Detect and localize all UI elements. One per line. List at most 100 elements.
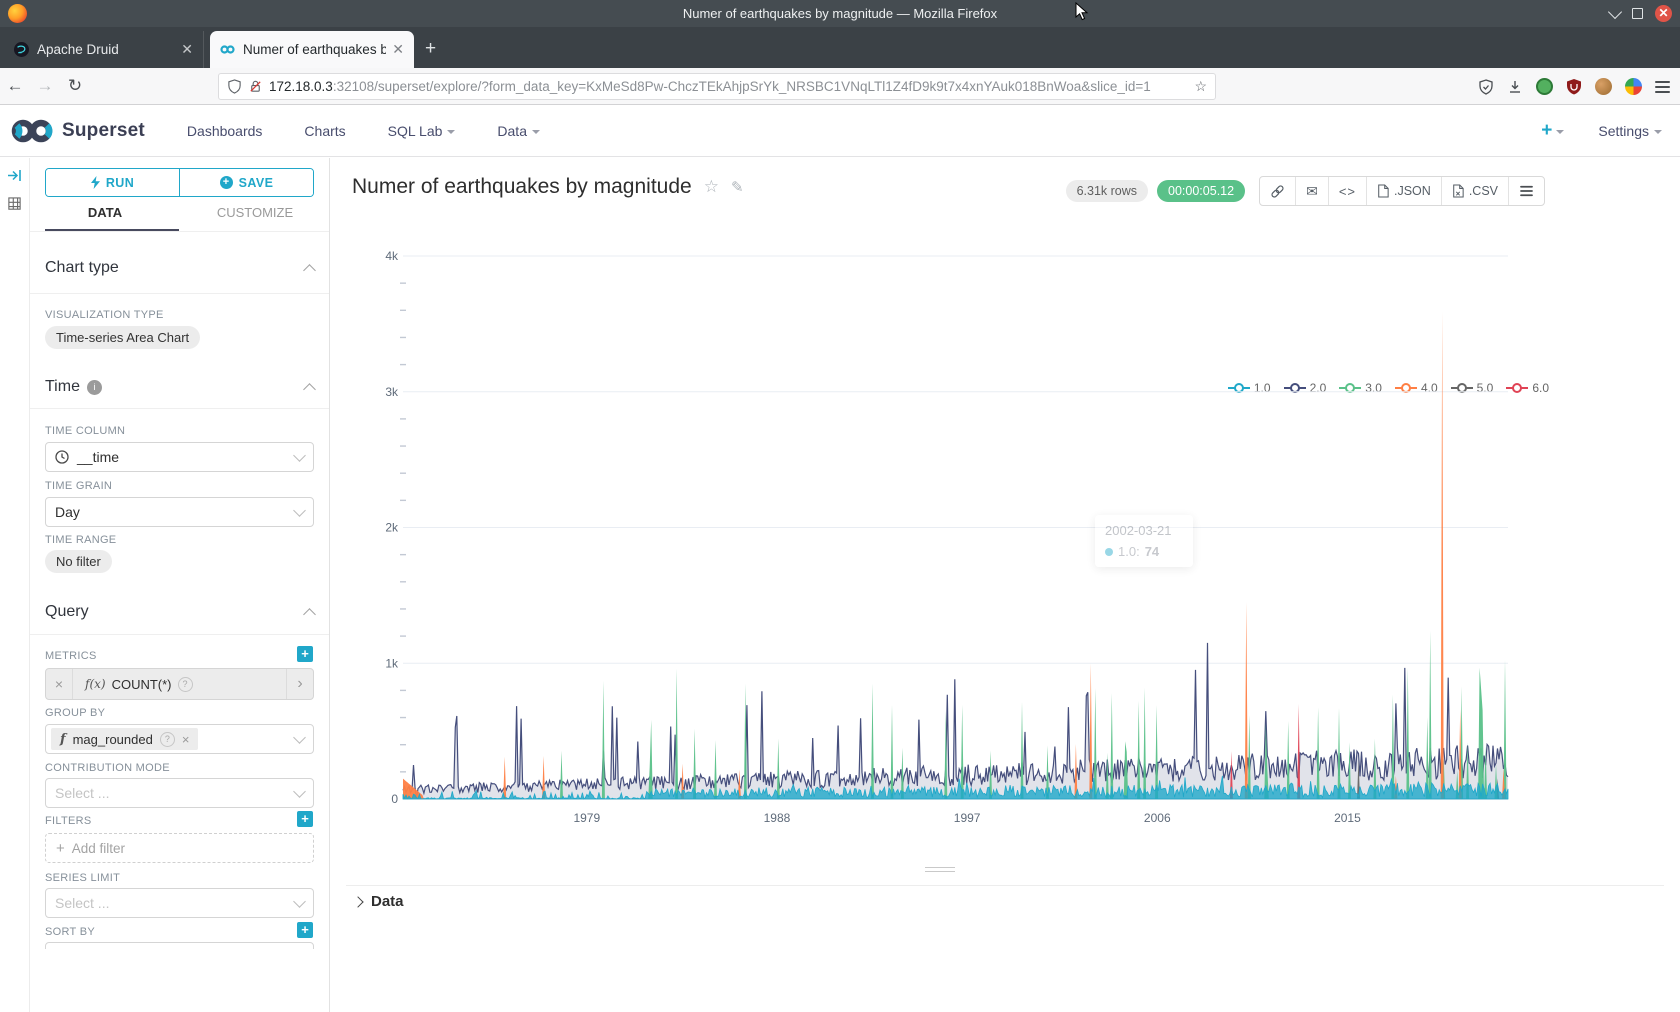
series-limit-label: SERIES LIMIT <box>45 872 314 884</box>
add-metric-button[interactable]: + <box>297 646 313 662</box>
section-query[interactable]: Query <box>45 603 314 621</box>
url-bar[interactable]: 172.18.0.3:32108/superset/explore/?form_… <box>218 73 1216 100</box>
tab-earthquakes-chart[interactable]: Numer of earthquakes by ✕ <box>210 31 414 68</box>
cookie-extension-icon[interactable] <box>1595 78 1612 95</box>
extension-green-icon[interactable] <box>1536 78 1553 95</box>
share-link-button[interactable] <box>1260 177 1295 205</box>
protection-shield-icon[interactable] <box>1478 79 1494 95</box>
window-close-button[interactable]: ✕ <box>1655 5 1672 22</box>
section-chart-type[interactable]: Chart type <box>45 259 314 277</box>
remove-chip-icon[interactable]: × <box>182 732 190 747</box>
tab-close-icon[interactable]: ✕ <box>181 41 193 58</box>
svg-text:2015: 2015 <box>1334 811 1361 825</box>
tab-close-icon[interactable]: ✕ <box>392 41 404 58</box>
url-text: 172.18.0.3:32108/superset/explore/?form_… <box>269 79 1194 94</box>
control-panel: RUN + SAVE DATA CUSTOMIZE <box>30 158 330 1012</box>
superset-infinity-icon <box>10 118 54 144</box>
time-grain-label: TIME GRAIN <box>45 480 314 492</box>
window-minimize-button[interactable] <box>1608 4 1622 18</box>
svg-text:1988: 1988 <box>764 811 791 825</box>
sort-by-select[interactable] <box>45 942 314 949</box>
contribution-mode-label: CONTRIBUTION MODE <box>45 762 314 774</box>
contribution-mode-select[interactable]: Select ... <box>45 778 314 808</box>
window-titlebar: Numer of earthquakes by magnitude — Mozi… <box>0 0 1680 27</box>
time-column-label: TIME COLUMN <box>45 425 314 437</box>
viz-type-pill[interactable]: Time-series Area Chart <box>45 326 200 349</box>
settings-menu[interactable]: Settings <box>1598 123 1662 139</box>
group-by-select[interactable]: f mag_rounded ? × <box>45 724 314 754</box>
superset-navbar: Superset Dashboards Charts SQL Lab Data … <box>0 105 1680 157</box>
add-filter-plus-button[interactable]: + <box>297 811 313 827</box>
tab-customize[interactable]: CUSTOMIZE <box>180 205 329 231</box>
chart-canvas[interactable]: 01k2k3k4k19791988199720062015 <box>370 246 1560 836</box>
tooltip-series: 1.0: <box>1118 544 1140 559</box>
download-icon[interactable] <box>1507 79 1523 95</box>
metric-chip[interactable]: × f(x) COUNT(*) ? › <box>45 668 314 700</box>
help-icon: ? <box>160 732 175 747</box>
edit-title-icon[interactable]: ✎ <box>731 178 744 196</box>
divider <box>30 231 329 232</box>
insecure-lock-icon[interactable] <box>248 79 263 94</box>
add-new-button[interactable]: + <box>1541 120 1564 142</box>
druid-favicon <box>14 42 29 57</box>
nav-item-charts[interactable]: Charts <box>304 123 345 139</box>
reload-button[interactable]: ↻ <box>60 76 90 96</box>
dataset-rail <box>0 158 30 1012</box>
add-sort-button[interactable]: + <box>297 922 313 938</box>
chart-menu-button[interactable] <box>1508 177 1544 205</box>
file-x-icon <box>1452 184 1464 198</box>
run-button[interactable]: RUN <box>46 169 179 196</box>
app-window: Numer of earthquakes by magnitude — Mozi… <box>0 0 1680 1012</box>
tab-data[interactable]: DATA <box>30 205 180 231</box>
group-by-chip[interactable]: f mag_rounded ? × <box>51 728 198 750</box>
envelope-icon: ✉ <box>1306 183 1318 200</box>
chart-area: Numer of earthquakes by magnitude ☆ ✎ 6.… <box>330 158 1680 1012</box>
save-button[interactable]: + SAVE <box>179 169 313 196</box>
add-filter-dropzone[interactable]: +Add filter <box>45 833 314 863</box>
svg-text:1997: 1997 <box>954 811 981 825</box>
chevron-right-icon[interactable]: › <box>286 669 313 699</box>
tracking-shield-icon[interactable] <box>227 79 242 94</box>
sort-by-label: SORT BY <box>45 926 314 938</box>
time-column-select[interactable]: __time <box>45 442 314 472</box>
bookmark-star-icon[interactable]: ☆ <box>1194 78 1207 95</box>
viz-type-label: VISUALIZATION TYPE <box>45 309 314 321</box>
menu-hamburger-icon[interactable] <box>1655 86 1670 88</box>
time-grain-select[interactable]: Day <box>45 497 314 527</box>
section-time[interactable]: Time i <box>45 378 314 396</box>
time-range-pill[interactable]: No filter <box>45 550 112 573</box>
divider <box>30 634 329 635</box>
browser-tabbar: Apache Druid ✕ Numer of earthquakes by ✕… <box>0 27 1680 68</box>
data-panel-toggle[interactable]: Data <box>354 893 404 910</box>
run-save-group: RUN + SAVE <box>45 168 314 197</box>
expand-panel-icon[interactable] <box>7 168 22 183</box>
export-csv-button[interactable]: .CSV <box>1441 177 1508 205</box>
svg-text:0: 0 <box>391 792 398 806</box>
series-limit-select[interactable]: Select ... <box>45 888 314 918</box>
chevron-down-icon <box>1556 130 1564 134</box>
chevron-right-icon <box>352 896 363 907</box>
divider <box>30 408 329 409</box>
ublock-shield-icon[interactable] <box>1566 78 1582 95</box>
export-json-button[interactable]: .JSON <box>1366 177 1441 205</box>
nav-item-sql-lab[interactable]: SQL Lab <box>388 123 456 139</box>
nav-item-dashboards[interactable]: Dashboards <box>187 123 263 139</box>
window-restore-button[interactable] <box>1632 8 1643 19</box>
new-tab-button[interactable]: + <box>425 38 436 60</box>
pinwheel-extension-icon[interactable] <box>1625 78 1642 95</box>
chart-tooltip: 2002-03-21 1.0: 74 <box>1095 515 1193 567</box>
dataset-grid-icon[interactable] <box>7 196 22 211</box>
superset-logo[interactable]: Superset <box>10 118 145 144</box>
remove-metric-icon[interactable]: × <box>46 669 73 699</box>
favorite-star-icon[interactable]: ☆ <box>704 177 719 197</box>
back-button[interactable]: ← <box>0 76 30 96</box>
resize-handle[interactable] <box>925 867 955 875</box>
svg-text:1979: 1979 <box>573 811 600 825</box>
chart-title: Numer of earthquakes by magnitude <box>352 175 692 199</box>
view-query-button[interactable]: <> <box>1328 177 1366 205</box>
browser-toolbar: ← → ↻ 172.18.0.3:32108/superset/explore/… <box>0 68 1680 105</box>
forward-button[interactable]: → <box>30 76 60 96</box>
nav-item-data[interactable]: Data <box>497 123 540 139</box>
tab-apache-druid[interactable]: Apache Druid ✕ <box>4 31 204 68</box>
email-button[interactable]: ✉ <box>1295 177 1328 205</box>
